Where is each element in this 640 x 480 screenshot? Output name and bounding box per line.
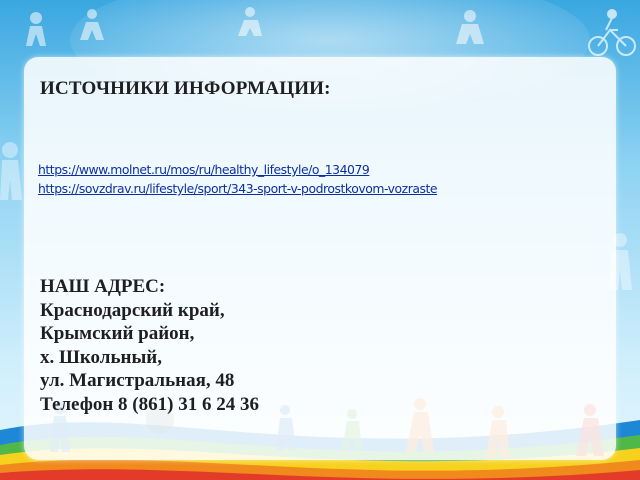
address-settlement: х. Школьный, xyxy=(40,346,162,368)
address-title: НАШ АДРЕС: xyxy=(40,276,166,297)
source-links: https://www.molnet.ru/mos/ru/healthy_lif… xyxy=(38,160,438,198)
source-link-sovzdrav[interactable]: https://sovzdrav.ru/lifestyle/sport/343-… xyxy=(38,179,438,198)
page-title: ИСТОЧНИКИ ИНФОРМАЦИИ: xyxy=(40,78,331,99)
address-block: НАШ АДРЕС: Краснодарский край, Крымский … xyxy=(40,275,259,416)
address-street: ул. Магистральная, 48 xyxy=(40,370,235,391)
address-region: Краснодарский край, xyxy=(40,299,225,321)
address-phone: Телефон 8 (861) 31 6 24 36 xyxy=(40,393,259,415)
source-link-molnet[interactable]: https://www.molnet.ru/mos/ru/healthy_lif… xyxy=(38,160,437,179)
address-district: Крымский район, xyxy=(40,323,195,344)
